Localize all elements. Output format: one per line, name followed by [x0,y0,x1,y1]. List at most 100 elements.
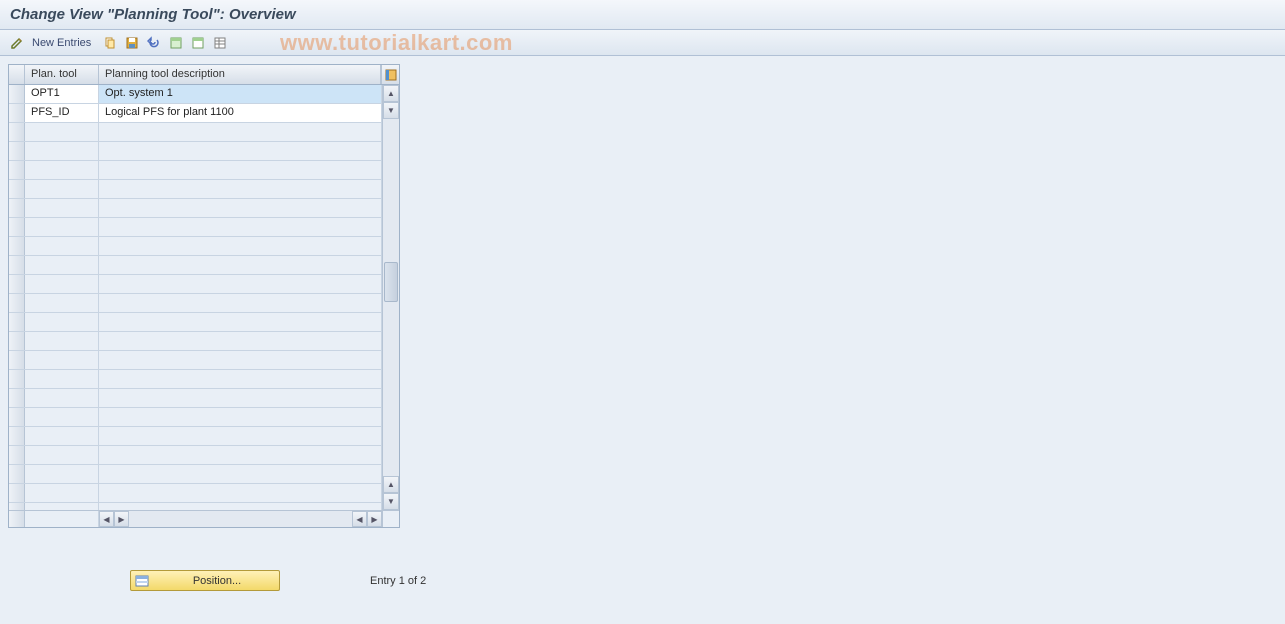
cell-description[interactable] [99,161,382,179]
row-selector[interactable] [9,161,25,179]
row-selector[interactable] [9,313,25,331]
row-selector[interactable] [9,503,25,510]
cell-plan-tool[interactable] [25,446,99,464]
cell-description[interactable]: Logical PFS for plant 1100 [99,104,382,122]
table-row-empty[interactable] [9,180,382,199]
table-row-empty[interactable] [9,218,382,237]
row-selector[interactable] [9,218,25,236]
scroll-thumb[interactable] [384,262,398,302]
cell-plan-tool[interactable] [25,275,99,293]
cell-plan-tool[interactable] [25,161,99,179]
select-all-icon[interactable] [167,34,185,52]
table-row[interactable]: OPT1Opt. system 1 [9,85,382,104]
table-row-empty[interactable] [9,123,382,142]
row-selector[interactable] [9,294,25,312]
cell-description[interactable] [99,142,382,160]
table-row-empty[interactable] [9,408,382,427]
table-row[interactable]: PFS_IDLogical PFS for plant 1100 [9,104,382,123]
table-row-empty[interactable] [9,427,382,446]
table-row-empty[interactable] [9,199,382,218]
table-row-empty[interactable] [9,275,382,294]
row-selector[interactable] [9,332,25,350]
row-selector[interactable] [9,275,25,293]
cell-plan-tool[interactable] [25,180,99,198]
cell-plan-tool[interactable] [25,503,99,510]
table-row-empty[interactable] [9,503,382,510]
select-all-rows[interactable] [9,65,25,84]
cell-plan-tool[interactable] [25,123,99,141]
table-row-empty[interactable] [9,465,382,484]
column-header-plan-tool[interactable]: Plan. tool [25,65,99,84]
table-settings-icon[interactable] [211,34,229,52]
undo-icon[interactable] [145,34,163,52]
cell-description[interactable] [99,294,382,312]
row-selector[interactable] [9,123,25,141]
cell-description[interactable] [99,351,382,369]
cell-description[interactable] [99,503,382,510]
table-row-empty[interactable] [9,161,382,180]
cell-plan-tool[interactable] [25,389,99,407]
cell-plan-tool[interactable] [25,218,99,236]
row-selector[interactable] [9,199,25,217]
table-row-empty[interactable] [9,446,382,465]
table-row-empty[interactable] [9,256,382,275]
row-selector[interactable] [9,446,25,464]
column-header-description[interactable]: Planning tool description [99,65,381,84]
row-selector[interactable] [9,351,25,369]
horizontal-scrollbar[interactable]: ◀ ▶ ◀ ▶ [9,510,399,527]
scroll-up2-icon[interactable]: ▲ [383,476,399,493]
cell-plan-tool[interactable]: PFS_ID [25,104,99,122]
cell-plan-tool[interactable] [25,370,99,388]
row-selector[interactable] [9,389,25,407]
scroll-left-icon[interactable]: ◀ [99,511,114,527]
row-selector[interactable] [9,85,25,103]
cell-description[interactable] [99,446,382,464]
cell-plan-tool[interactable]: OPT1 [25,85,99,103]
scroll-up-icon[interactable]: ▲ [383,85,399,102]
configure-columns-icon[interactable] [381,65,399,84]
scroll-left2-icon[interactable]: ◀ [352,511,367,527]
row-selector[interactable] [9,465,25,483]
cell-plan-tool[interactable] [25,237,99,255]
cell-description[interactable] [99,275,382,293]
cell-description[interactable] [99,256,382,274]
row-selector[interactable] [9,370,25,388]
cell-plan-tool[interactable] [25,332,99,350]
cell-plan-tool[interactable] [25,351,99,369]
cell-plan-tool[interactable] [25,465,99,483]
table-row-empty[interactable] [9,237,382,256]
cell-plan-tool[interactable] [25,427,99,445]
cell-description[interactable] [99,427,382,445]
copy-icon[interactable] [101,34,119,52]
scroll-right-icon[interactable]: ▶ [114,511,129,527]
cell-plan-tool[interactable] [25,256,99,274]
position-button[interactable]: Position... [130,570,280,591]
save-icon[interactable] [123,34,141,52]
table-row-empty[interactable] [9,389,382,408]
table-row-empty[interactable] [9,370,382,389]
cell-plan-tool[interactable] [25,313,99,331]
cell-description[interactable] [99,313,382,331]
cell-description[interactable] [99,370,382,388]
row-selector[interactable] [9,104,25,122]
row-selector[interactable] [9,408,25,426]
cell-description[interactable] [99,389,382,407]
row-selector[interactable] [9,237,25,255]
cell-plan-tool[interactable] [25,199,99,217]
cell-description[interactable] [99,199,382,217]
row-selector[interactable] [9,256,25,274]
cell-description[interactable] [99,237,382,255]
scroll-track[interactable] [383,119,399,476]
cell-description[interactable] [99,180,382,198]
cell-plan-tool[interactable] [25,294,99,312]
cell-description[interactable]: Opt. system 1 [99,85,382,103]
row-selector[interactable] [9,180,25,198]
cell-plan-tool[interactable] [25,142,99,160]
row-selector[interactable] [9,484,25,502]
table-row-empty[interactable] [9,313,382,332]
row-selector[interactable] [9,427,25,445]
cell-description[interactable] [99,123,382,141]
table-row-empty[interactable] [9,484,382,503]
cell-description[interactable] [99,218,382,236]
vertical-scrollbar[interactable]: ▲ ▼ ▲ ▼ [382,85,399,510]
